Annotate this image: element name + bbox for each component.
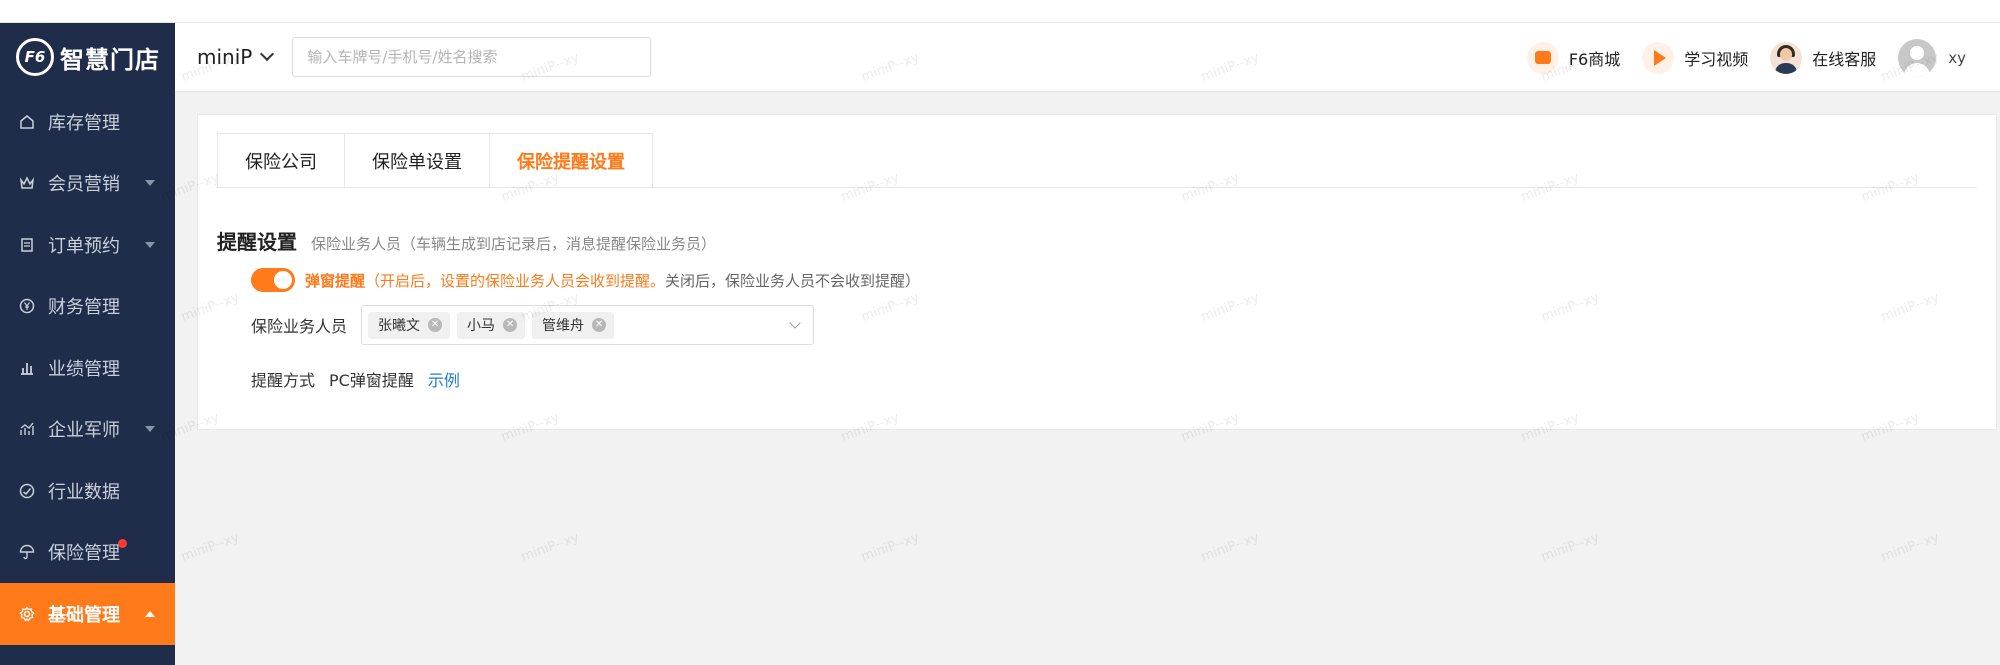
sidebar-item-orders[interactable]: 订单预约 — [0, 214, 175, 276]
yen-icon — [18, 297, 36, 315]
header-actions: F6商城 学习视频 在线客服 xy — [1526, 23, 2000, 92]
sidebar-item-label: 库存管理 — [48, 112, 120, 134]
watermark-text: miniP--xy — [1879, 530, 1942, 565]
username[interactable]: xy — [1948, 49, 1966, 67]
popup-reminder-toggle[interactable] — [251, 268, 295, 292]
tab-policy-settings[interactable]: 保险单设置 — [344, 133, 489, 188]
gauge-icon — [18, 482, 36, 500]
store-selector[interactable]: miniP — [197, 45, 275, 69]
sidebar-item-label: 保险管理 — [48, 543, 120, 565]
staff-field-row: 保险业务人员 张曦文 ✕ 小马 ✕ 管维舟 ✕ — [251, 305, 815, 345]
watermark-text: miniP--xy — [179, 530, 242, 565]
section-header: 提醒设置 保险业务人员（车辆生成到店记录后，消息提醒保险业务员） — [217, 226, 716, 255]
sidebar-item-performance[interactable]: 业绩管理 — [0, 337, 175, 399]
sidebar: F6 智慧门店 库存管理 会员营销 订单预约 财务管理 业绩管理 企业军师 行业… — [0, 23, 175, 665]
sidebar-item-label: 行业数据 — [48, 481, 120, 503]
search-input[interactable] — [292, 37, 652, 77]
popup-reminder-hint-on: （开启后，设置的保险业务人员会收到提醒。 — [365, 271, 666, 290]
shop-icon — [1526, 41, 1559, 74]
home-icon — [18, 113, 36, 131]
chevron-down-icon — [145, 241, 155, 248]
gear-icon — [18, 605, 36, 623]
chevron-down-icon — [260, 46, 275, 62]
tab-bar: 保险公司 保险单设置 保险提醒设置 — [217, 133, 653, 188]
staff-tag-label: 小马 — [467, 318, 496, 334]
sidebar-item-advisor[interactable]: 企业军师 — [0, 399, 175, 461]
popup-reminder-hint-off: 关闭后，保险业务人员不会收到提醒） — [665, 271, 921, 290]
method-value: PC弹窗提醒 — [329, 371, 414, 390]
brand-logo-icon: F6 — [16, 38, 54, 76]
chevron-up-icon — [145, 610, 155, 617]
section-description: 保险业务人员（车辆生成到店记录后，消息提醒保险业务员） — [311, 235, 717, 253]
sidebar-item-label: 财务管理 — [48, 297, 120, 319]
trend-icon — [18, 420, 36, 438]
staff-tag: 张曦文 ✕ — [368, 311, 451, 339]
staff-tag-label: 管维舟 — [542, 318, 585, 334]
sidebar-item-industry-data[interactable]: 行业数据 — [0, 460, 175, 522]
content-card: 保险公司 保险单设置 保险提醒设置 提醒设置 保险业务人员（车辆生成到店记录后，… — [197, 114, 1997, 430]
chevron-down-icon — [145, 426, 155, 433]
top-strip — [0, 0, 2000, 23]
tab-insurance-company[interactable]: 保险公司 — [217, 133, 344, 188]
reminder-method-row: 提醒方式 PC弹窗提醒 示例 — [251, 367, 460, 391]
example-link[interactable]: 示例 — [428, 367, 460, 391]
popup-reminder-label: 弹窗提醒 — [305, 271, 366, 290]
tab-reminder-settings[interactable]: 保险提醒设置 — [489, 133, 653, 188]
watermark-text: miniP--xy — [519, 530, 582, 565]
f6-mall-link[interactable]: F6商城 — [1526, 41, 1621, 74]
brand[interactable]: F6 智慧门店 — [0, 23, 175, 91]
sidebar-menu: 库存管理 会员营销 订单预约 财务管理 业绩管理 企业军师 行业数据 保险管理 … — [0, 91, 175, 645]
sidebar-item-label: 企业军师 — [48, 420, 120, 442]
store-name: miniP — [197, 45, 253, 69]
online-service-link[interactable]: 在线客服 — [1770, 41, 1877, 74]
method-label: 提醒方式 — [251, 371, 316, 390]
sidebar-item-finance[interactable]: 财务管理 — [0, 276, 175, 338]
close-icon[interactable]: ✕ — [503, 318, 518, 332]
f6-mall-label: F6商城 — [1568, 49, 1621, 69]
close-icon[interactable]: ✕ — [592, 318, 607, 332]
customer-service-avatar-icon — [1770, 41, 1803, 74]
sidebar-item-member-marketing[interactable]: 会员营销 — [0, 153, 175, 215]
play-icon — [1642, 41, 1675, 74]
chevron-down-icon — [145, 180, 155, 187]
notification-dot — [118, 538, 127, 548]
staff-tag-label: 张曦文 — [378, 318, 421, 334]
user-avatar[interactable] — [1898, 38, 1937, 77]
staff-tag: 小马 ✕ — [457, 311, 526, 339]
watermark-text: miniP--xy — [1199, 530, 1262, 565]
close-icon[interactable]: ✕ — [428, 318, 443, 332]
sidebar-item-label: 会员营销 — [48, 174, 120, 196]
popup-reminder-row: 弹窗提醒 （开启后，设置的保险业务人员会收到提醒。 关闭后，保险业务人员不会收到… — [251, 268, 920, 292]
section-title: 提醒设置 — [217, 230, 297, 254]
brand-name: 智慧门店 — [60, 45, 160, 74]
learning-video-label: 学习视频 — [1684, 49, 1749, 69]
watermark-text: miniP--xy — [859, 530, 922, 565]
umbrella-icon — [18, 543, 36, 561]
bar-chart-icon — [18, 359, 36, 377]
staff-multi-select[interactable]: 张曦文 ✕ 小马 ✕ 管维舟 ✕ — [361, 305, 815, 345]
tab-divider — [217, 187, 1977, 188]
staff-tag: 管维舟 ✕ — [532, 311, 615, 339]
online-service-label: 在线客服 — [1812, 49, 1877, 69]
sidebar-item-basic-management[interactable]: 基础管理 — [0, 583, 175, 645]
chevron-down-icon — [789, 317, 801, 329]
crown-icon — [18, 174, 36, 192]
learning-video-link[interactable]: 学习视频 — [1642, 41, 1749, 74]
watermark-text: miniP--xy — [1539, 530, 1602, 565]
sidebar-item-label: 业绩管理 — [48, 358, 120, 380]
clipboard-icon — [18, 236, 36, 254]
sidebar-item-inventory[interactable]: 库存管理 — [0, 91, 175, 153]
staff-label: 保险业务人员 — [251, 317, 348, 336]
top-header: miniP F6商城 学习视频 在线客服 xy — [175, 23, 2000, 92]
sidebar-item-insurance[interactable]: 保险管理 — [0, 522, 175, 584]
sidebar-item-label: 基础管理 — [48, 604, 120, 626]
sidebar-item-label: 订单预约 — [48, 235, 120, 257]
